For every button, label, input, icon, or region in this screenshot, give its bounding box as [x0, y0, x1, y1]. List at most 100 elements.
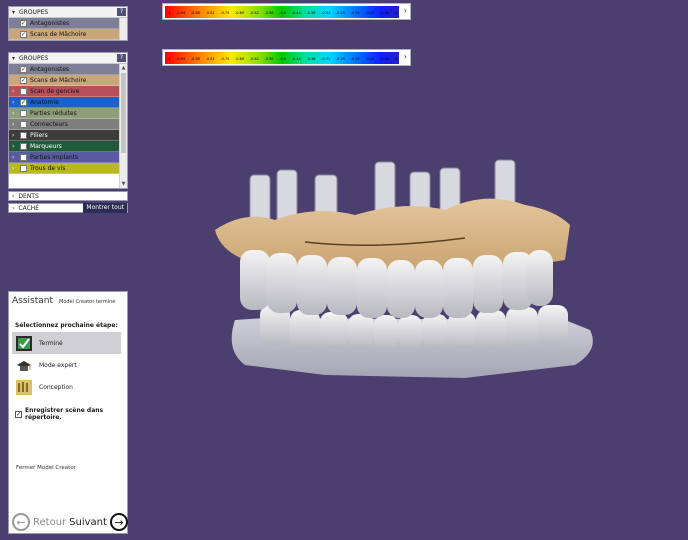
- assistant-panel: Assistant Model Creator terminé Sélectio…: [8, 291, 128, 534]
- scrollbar[interactable]: ▲ ▼: [119, 64, 127, 188]
- checkbox-icon[interactable]: [20, 164, 27, 172]
- save-scene-label: Enregistrer scène dans répertoire.: [25, 407, 104, 421]
- option-expert-mode[interactable]: Mode expert: [9, 354, 127, 376]
- option-label: Conception: [39, 383, 73, 391]
- scale-tick-label: -0.62: [249, 57, 259, 61]
- scale-tick-label: -0.44: [291, 11, 301, 15]
- group-row[interactable]: › ✓ Anatomie: [9, 97, 127, 108]
- checkbox-checked-icon[interactable]: ✓: [20, 30, 27, 38]
- checkbox-checked-icon[interactable]: ✓: [20, 98, 27, 106]
- checkbox-icon[interactable]: [20, 153, 27, 161]
- group-row[interactable]: › Parties implants: [9, 152, 127, 163]
- expand-arrow-icon[interactable]: ›: [12, 121, 20, 128]
- scale-ticks: -1 -0.94 -0.88 -0.81 -0.75 -0.69 -0.62 -0.56 -0.…: [167, 11, 397, 15]
- expand-arrow-icon[interactable]: ›: [12, 143, 20, 150]
- back-button[interactable]: Retour: [33, 517, 66, 528]
- expand-arrow-icon[interactable]: ›: [12, 154, 20, 161]
- scroll-down-icon[interactable]: ▼: [120, 180, 127, 188]
- expand-arrow-icon[interactable]: ›: [12, 88, 20, 95]
- scale-tick-label: -0.31: [321, 11, 331, 15]
- scale-tick-label: -0.25: [335, 11, 345, 15]
- group-row[interactable]: › Scan de gencive: [9, 86, 127, 97]
- group-row[interactable]: ✓ Scans de Mâchoire: [9, 29, 127, 40]
- group-row[interactable]: › Connecteurs: [9, 119, 127, 130]
- cache-section[interactable]: › CACHÉ Montrer tout: [8, 203, 128, 213]
- group-row[interactable]: › Parties réduites: [9, 108, 127, 119]
- scale-tick-label: -0.31: [321, 57, 331, 61]
- expand-arrow-icon[interactable]: ›: [12, 99, 20, 106]
- top-groups-header[interactable]: ▾ GROUPES ?: [9, 7, 127, 18]
- group-label: Parties réduites: [30, 109, 77, 117]
- option-design[interactable]: Conception: [9, 376, 127, 398]
- groups-panel: ▾ GROUPES ? ✓ Antagonistes ✓ Scans de Mâcho…: [8, 52, 128, 189]
- scroll-thumb[interactable]: [121, 73, 126, 153]
- scale-tick-label: -0.94: [176, 57, 186, 61]
- group-row[interactable]: › Piliers: [9, 130, 127, 141]
- expand-arrow-icon[interactable]: ›: [12, 132, 20, 139]
- group-label: Antagonistes: [30, 65, 70, 73]
- checkbox-icon[interactable]: [20, 131, 27, 139]
- chevron-right-icon[interactable]: ›: [404, 52, 407, 61]
- assistant-status: Model Creator terminé: [59, 299, 116, 305]
- scale-tick-label: -0.75: [220, 11, 230, 15]
- scale-tick-label: -0.38: [306, 11, 316, 15]
- option-finish[interactable]: Terminé: [12, 332, 121, 354]
- group-row[interactable]: › Marqueurs: [9, 141, 127, 152]
- scale-tick-label: -0.12: [365, 57, 375, 61]
- next-button[interactable]: Suivant: [69, 517, 107, 528]
- group-label: Anatomie: [30, 98, 59, 106]
- back-arrow-icon[interactable]: ←: [12, 513, 30, 531]
- scale-tick-label: -0.88: [190, 11, 200, 15]
- finish-check-icon: [15, 335, 33, 352]
- checkbox-checked-icon[interactable]: ✓: [20, 76, 27, 84]
- group-label: Antagonistes: [30, 19, 70, 27]
- scale-tick-label: -0.06: [380, 11, 390, 15]
- scale-tick-label: 0: [394, 11, 397, 15]
- checkbox-icon[interactable]: [20, 87, 27, 95]
- dents-section[interactable]: › DENTS: [8, 191, 128, 201]
- group-row[interactable]: ✓ Antagonistes: [9, 64, 127, 75]
- group-label: Scans de Mâchoire: [30, 76, 87, 84]
- show-all-button[interactable]: Montrer tout: [83, 203, 127, 213]
- top-groups-title: GROUPES: [19, 8, 49, 16]
- checkbox-checked-icon[interactable]: ✓: [15, 410, 22, 418]
- group-label: Trous de vis: [30, 164, 66, 172]
- scale-tick-label: -0.12: [365, 11, 375, 15]
- wizard-navigation: ← Retour Suivant →: [12, 513, 128, 531]
- scale-tick-label: -0.94: [176, 11, 186, 15]
- expand-arrow-icon[interactable]: ›: [12, 110, 20, 117]
- expand-arrow-icon[interactable]: ›: [12, 165, 20, 172]
- scroll-up-icon[interactable]: ▲: [120, 64, 127, 72]
- help-button[interactable]: ?: [117, 54, 126, 62]
- scale-tick-label: -0.19: [350, 11, 360, 15]
- design-icon: [15, 379, 33, 396]
- scale-tick-label: -0.25: [335, 57, 345, 61]
- checkbox-checked-icon[interactable]: ✓: [20, 19, 27, 27]
- scale-tick-label: -0.56: [264, 57, 274, 61]
- scale-tick-label: -0.5: [279, 57, 287, 61]
- scale-tick-label: -1: [167, 57, 171, 61]
- top-groups-panel: ▾ GROUPES ? ✓ Antagonistes ✓ Scans de Mâcho…: [8, 6, 128, 41]
- groups-title: GROUPES: [19, 54, 49, 62]
- chevron-right-icon[interactable]: ›: [404, 6, 407, 15]
- scale-tick-label: -0.69: [235, 11, 245, 15]
- option-label: Mode expert: [39, 361, 77, 369]
- scale-tick-label: -0.06: [380, 57, 390, 61]
- dental-3d-model-view[interactable]: [205, 150, 615, 390]
- checkbox-icon[interactable]: [20, 120, 27, 128]
- scale-tick-label: -0.88: [190, 57, 200, 61]
- help-button[interactable]: ?: [117, 8, 126, 16]
- group-row[interactable]: ✓ Scans de Mâchoire: [9, 75, 127, 86]
- checkbox-checked-icon[interactable]: ✓: [20, 65, 27, 73]
- next-arrow-icon[interactable]: →: [109, 513, 128, 531]
- close-model-creator-link[interactable]: Fermer Model Creator: [16, 465, 76, 471]
- groups-header[interactable]: ▾ GROUPES ?: [9, 53, 127, 64]
- group-row[interactable]: ✓ Antagonistes: [9, 18, 127, 29]
- checkbox-icon[interactable]: [20, 109, 27, 117]
- checkbox-icon[interactable]: [20, 142, 27, 150]
- scrollbar[interactable]: [119, 18, 127, 40]
- group-row[interactable]: › Trous de vis: [9, 163, 127, 174]
- save-scene-checkbox[interactable]: ✓ Enregistrer scène dans répertoire.: [15, 407, 127, 421]
- group-label: Parties implants: [30, 153, 79, 161]
- scale-tick-label: -0.5: [279, 11, 287, 15]
